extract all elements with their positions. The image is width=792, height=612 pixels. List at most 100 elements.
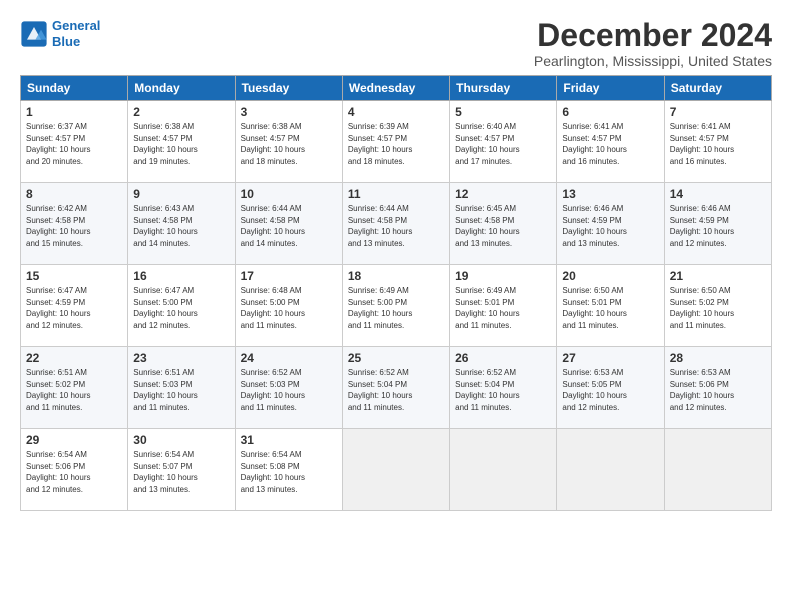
- day-number: 22: [26, 351, 122, 365]
- day-info: Sunrise: 6:50 AM Sunset: 5:02 PM Dayligh…: [670, 285, 766, 331]
- day-number: 23: [133, 351, 229, 365]
- day-cell: 28 Sunrise: 6:53 AM Sunset: 5:06 PM Dayli…: [664, 347, 771, 429]
- col-header-sunday: Sunday: [21, 76, 128, 101]
- day-cell: 11Sunrise: 6:44 AM Sunset: 4:58 PM Dayli…: [342, 183, 449, 265]
- day-cell: [664, 429, 771, 511]
- col-header-friday: Friday: [557, 76, 664, 101]
- day-number: 1: [26, 105, 122, 119]
- day-cell: 21Sunrise: 6:50 AM Sunset: 5:02 PM Dayli…: [664, 265, 771, 347]
- day-info: Sunrise: 6:42 AM Sunset: 4:58 PM Dayligh…: [26, 203, 122, 249]
- week-row-4: 22 Sunrise: 6:51 AM Sunset: 5:02 PM Dayli…: [21, 347, 772, 429]
- day-info: Sunrise: 6:38 AM Sunset: 4:57 PM Dayligh…: [241, 121, 337, 167]
- day-number: 24: [241, 351, 337, 365]
- day-cell: [342, 429, 449, 511]
- day-cell: 13Sunrise: 6:46 AM Sunset: 4:59 PM Dayli…: [557, 183, 664, 265]
- week-row-5: 29 Sunrise: 6:54 AM Sunset: 5:06 PM Dayli…: [21, 429, 772, 511]
- col-header-saturday: Saturday: [664, 76, 771, 101]
- day-cell: 30 Sunrise: 6:54 AM Sunset: 5:07 PM Dayli…: [128, 429, 235, 511]
- day-number: 11: [348, 187, 444, 201]
- day-cell: [450, 429, 557, 511]
- day-info: Sunrise: 6:51 AM Sunset: 5:02 PM Dayligh…: [26, 367, 122, 413]
- day-cell: 20 Sunrise: 6:50 AM Sunset: 5:01 PM Dayli…: [557, 265, 664, 347]
- page: General Blue December 2024 Pearlington, …: [0, 0, 792, 521]
- day-number: 26: [455, 351, 551, 365]
- day-number: 5: [455, 105, 551, 119]
- day-cell: 26Sunrise: 6:52 AM Sunset: 5:04 PM Dayli…: [450, 347, 557, 429]
- day-cell: 25 Sunrise: 6:52 AM Sunset: 5:04 PM Dayli…: [342, 347, 449, 429]
- day-info: Sunrise: 6:46 AM Sunset: 4:59 PM Dayligh…: [670, 203, 766, 249]
- day-cell: [557, 429, 664, 511]
- day-cell: 3Sunrise: 6:38 AM Sunset: 4:57 PM Daylig…: [235, 101, 342, 183]
- day-number: 16: [133, 269, 229, 283]
- header-row: SundayMondayTuesdayWednesdayThursdayFrid…: [21, 76, 772, 101]
- day-info: Sunrise: 6:53 AM Sunset: 5:06 PM Dayligh…: [670, 367, 766, 413]
- day-cell: 8 Sunrise: 6:42 AM Sunset: 4:58 PM Daylig…: [21, 183, 128, 265]
- day-number: 7: [670, 105, 766, 119]
- day-number: 31: [241, 433, 337, 447]
- week-row-3: 15 Sunrise: 6:47 AM Sunset: 4:59 PM Dayli…: [21, 265, 772, 347]
- day-info: Sunrise: 6:38 AM Sunset: 4:57 PM Dayligh…: [133, 121, 229, 167]
- day-info: Sunrise: 6:49 AM Sunset: 5:00 PM Dayligh…: [348, 285, 444, 331]
- logo-line1: General: [52, 18, 100, 33]
- day-number: 27: [562, 351, 658, 365]
- day-number: 20: [562, 269, 658, 283]
- day-number: 14: [670, 187, 766, 201]
- day-info: Sunrise: 6:39 AM Sunset: 4:57 PM Dayligh…: [348, 121, 444, 167]
- day-info: Sunrise: 6:46 AM Sunset: 4:59 PM Dayligh…: [562, 203, 658, 249]
- header: General Blue December 2024 Pearlington, …: [20, 18, 772, 69]
- col-header-wednesday: Wednesday: [342, 76, 449, 101]
- day-info: Sunrise: 6:51 AM Sunset: 5:03 PM Dayligh…: [133, 367, 229, 413]
- day-cell: 18Sunrise: 6:49 AM Sunset: 5:00 PM Dayli…: [342, 265, 449, 347]
- day-cell: 29 Sunrise: 6:54 AM Sunset: 5:06 PM Dayli…: [21, 429, 128, 511]
- day-number: 25: [348, 351, 444, 365]
- day-number: 4: [348, 105, 444, 119]
- day-cell: 24Sunrise: 6:52 AM Sunset: 5:03 PM Dayli…: [235, 347, 342, 429]
- day-number: 6: [562, 105, 658, 119]
- day-info: Sunrise: 6:47 AM Sunset: 5:00 PM Dayligh…: [133, 285, 229, 331]
- day-number: 19: [455, 269, 551, 283]
- day-info: Sunrise: 6:54 AM Sunset: 5:07 PM Dayligh…: [133, 449, 229, 495]
- day-number: 28: [670, 351, 766, 365]
- day-cell: 7 Sunrise: 6:41 AM Sunset: 4:57 PM Daylig…: [664, 101, 771, 183]
- day-number: 9: [133, 187, 229, 201]
- day-info: Sunrise: 6:40 AM Sunset: 4:57 PM Dayligh…: [455, 121, 551, 167]
- day-cell: 31 Sunrise: 6:54 AM Sunset: 5:08 PM Dayli…: [235, 429, 342, 511]
- day-info: Sunrise: 6:49 AM Sunset: 5:01 PM Dayligh…: [455, 285, 551, 331]
- day-cell: 17 Sunrise: 6:48 AM Sunset: 5:00 PM Dayli…: [235, 265, 342, 347]
- day-info: Sunrise: 6:41 AM Sunset: 4:57 PM Dayligh…: [670, 121, 766, 167]
- day-number: 8: [26, 187, 122, 201]
- day-cell: 19 Sunrise: 6:49 AM Sunset: 5:01 PM Dayli…: [450, 265, 557, 347]
- logo-text: General Blue: [52, 18, 100, 49]
- day-cell: 27 Sunrise: 6:53 AM Sunset: 5:05 PM Dayli…: [557, 347, 664, 429]
- col-header-thursday: Thursday: [450, 76, 557, 101]
- day-info: Sunrise: 6:47 AM Sunset: 4:59 PM Dayligh…: [26, 285, 122, 331]
- day-number: 29: [26, 433, 122, 447]
- title-block: December 2024 Pearlington, Mississippi, …: [534, 18, 772, 69]
- calendar: SundayMondayTuesdayWednesdayThursdayFrid…: [20, 75, 772, 511]
- day-cell: 6 Sunrise: 6:41 AM Sunset: 4:57 PM Daylig…: [557, 101, 664, 183]
- day-number: 15: [26, 269, 122, 283]
- day-cell: 4 Sunrise: 6:39 AM Sunset: 4:57 PM Daylig…: [342, 101, 449, 183]
- day-cell: 5 Sunrise: 6:40 AM Sunset: 4:57 PM Daylig…: [450, 101, 557, 183]
- day-info: Sunrise: 6:52 AM Sunset: 5:04 PM Dayligh…: [348, 367, 444, 413]
- logo-icon: [20, 20, 48, 48]
- day-number: 12: [455, 187, 551, 201]
- day-info: Sunrise: 6:37 AM Sunset: 4:57 PM Dayligh…: [26, 121, 122, 167]
- day-info: Sunrise: 6:54 AM Sunset: 5:06 PM Dayligh…: [26, 449, 122, 495]
- day-cell: 22 Sunrise: 6:51 AM Sunset: 5:02 PM Dayli…: [21, 347, 128, 429]
- logo-line2: Blue: [52, 34, 80, 49]
- day-info: Sunrise: 6:48 AM Sunset: 5:00 PM Dayligh…: [241, 285, 337, 331]
- day-cell: 10Sunrise: 6:44 AM Sunset: 4:58 PM Dayli…: [235, 183, 342, 265]
- day-number: 17: [241, 269, 337, 283]
- main-title: December 2024: [534, 18, 772, 53]
- day-info: Sunrise: 6:41 AM Sunset: 4:57 PM Dayligh…: [562, 121, 658, 167]
- day-info: Sunrise: 6:50 AM Sunset: 5:01 PM Dayligh…: [562, 285, 658, 331]
- day-info: Sunrise: 6:45 AM Sunset: 4:58 PM Dayligh…: [455, 203, 551, 249]
- day-cell: 12 Sunrise: 6:45 AM Sunset: 4:58 PM Dayli…: [450, 183, 557, 265]
- day-number: 30: [133, 433, 229, 447]
- day-cell: 14 Sunrise: 6:46 AM Sunset: 4:59 PM Dayli…: [664, 183, 771, 265]
- day-cell: 16 Sunrise: 6:47 AM Sunset: 5:00 PM Dayli…: [128, 265, 235, 347]
- day-info: Sunrise: 6:53 AM Sunset: 5:05 PM Dayligh…: [562, 367, 658, 413]
- day-number: 2: [133, 105, 229, 119]
- day-info: Sunrise: 6:54 AM Sunset: 5:08 PM Dayligh…: [241, 449, 337, 495]
